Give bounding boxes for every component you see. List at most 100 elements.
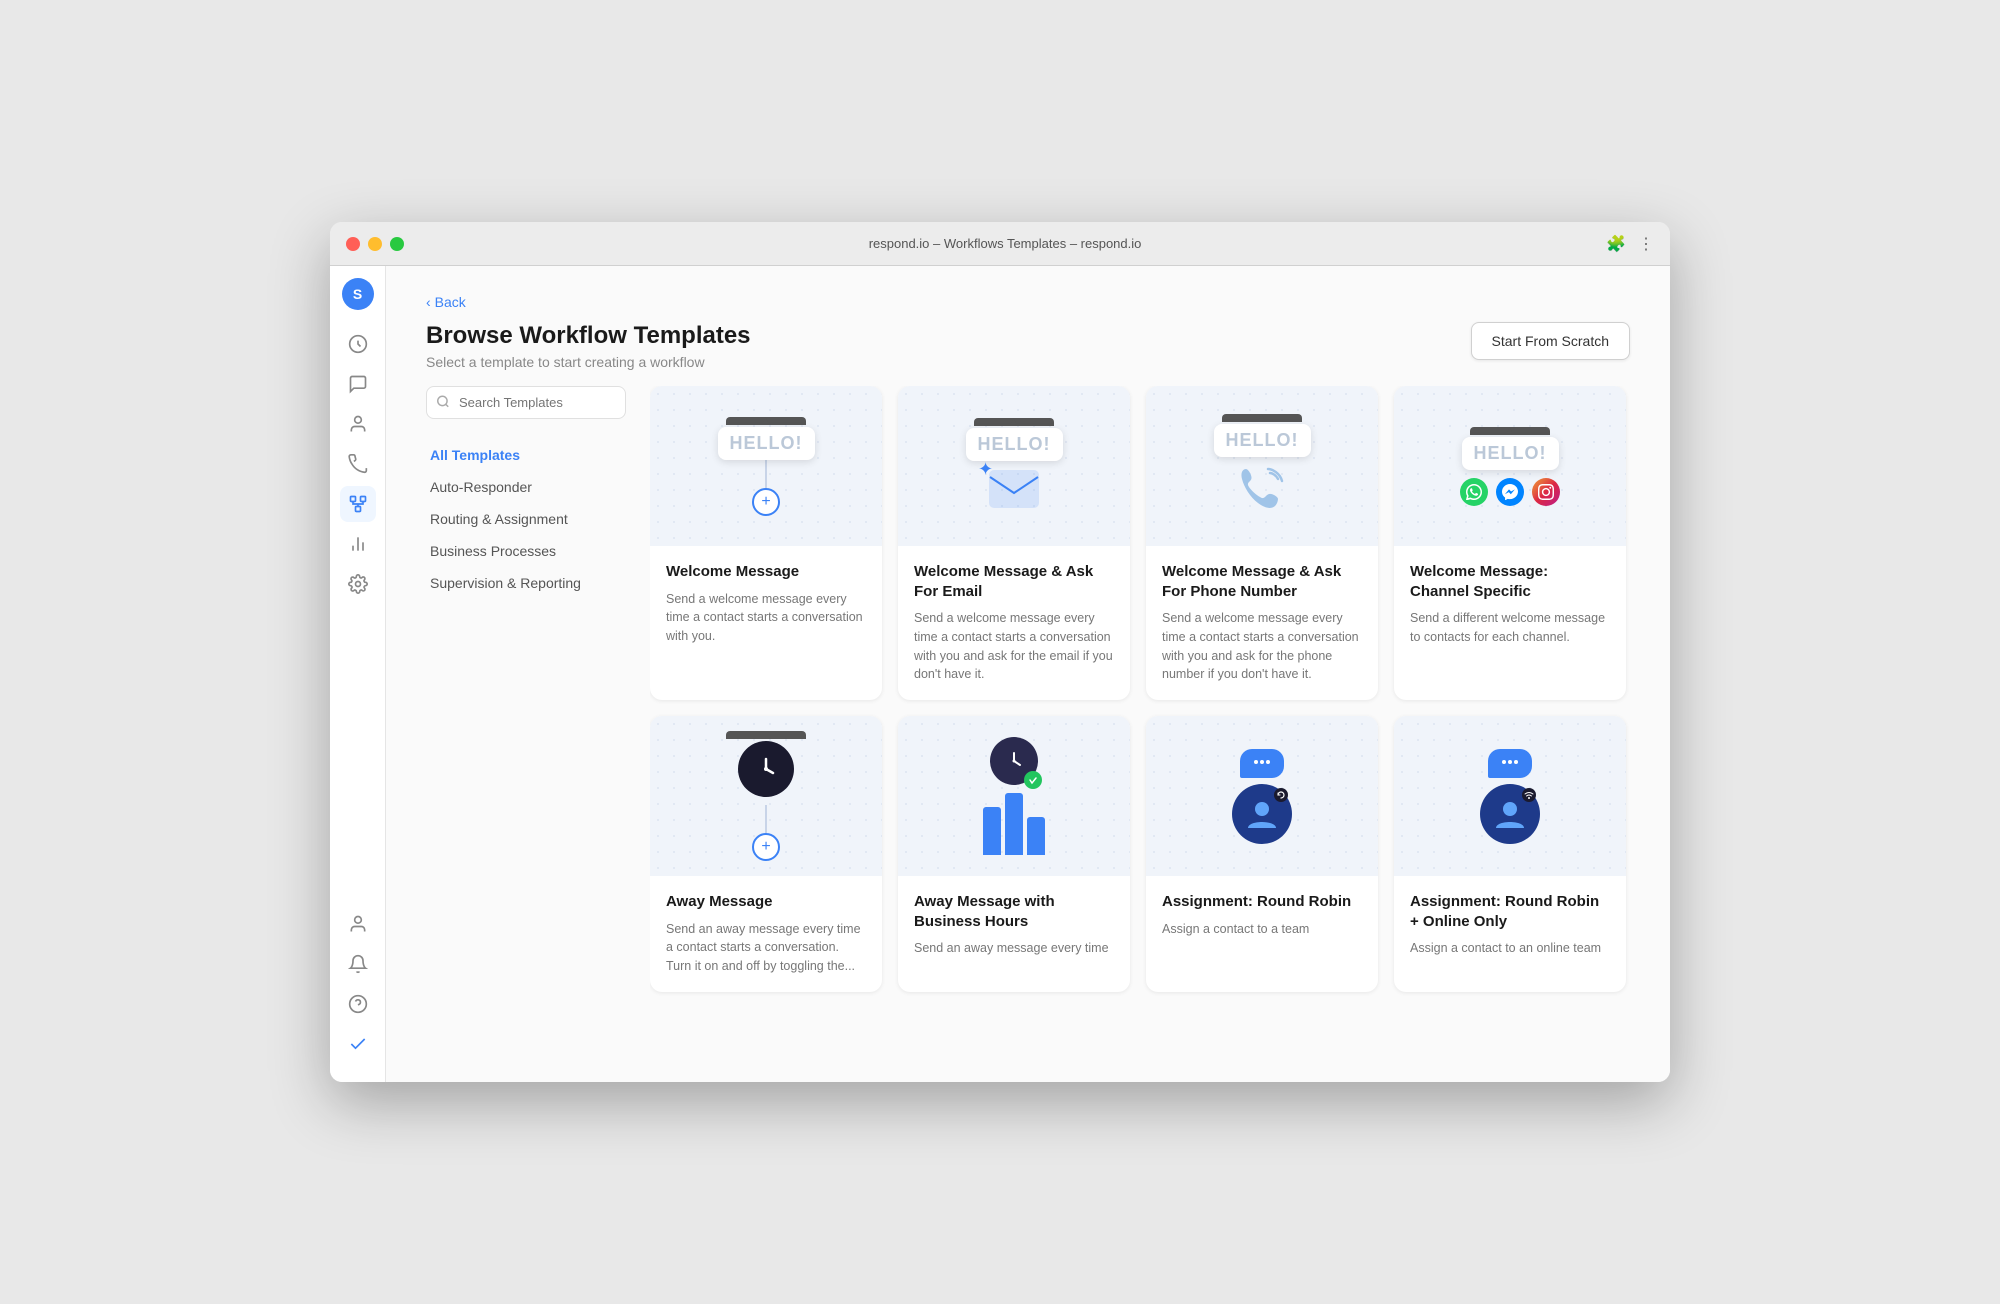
- main-panel: ‹ Back Browse Workflow Templates Select …: [386, 266, 1670, 1082]
- template-card-away[interactable]: + Away Message Send an away message ever…: [650, 716, 882, 992]
- card-image-welcome: HELLO! +: [650, 386, 882, 546]
- clock-svg-2: [1000, 747, 1028, 775]
- check-badge: [1024, 771, 1042, 789]
- card-illustration-round-robin: [1232, 749, 1292, 844]
- templates-grid: HELLO! + Welcome Message Send a welcome …: [650, 386, 1626, 992]
- card-image-round-robin-online: [1394, 716, 1626, 876]
- filter-auto-responder[interactable]: Auto-Responder: [426, 471, 626, 503]
- card-title-4: Welcome Message: Channel Specific: [1410, 562, 1610, 601]
- filter-supervision-reporting[interactable]: Supervision & Reporting: [426, 567, 626, 599]
- card-title-2: Welcome Message & Ask For Email: [914, 562, 1114, 601]
- chat-bubble-2: [1488, 749, 1532, 778]
- card-body-7: Assignment: Round Robin Assign a contact…: [1146, 876, 1378, 954]
- card-title-6: Away Message with Business Hours: [914, 892, 1114, 931]
- phone-icon: [1238, 465, 1286, 513]
- sidebar-item-tasks[interactable]: [340, 1026, 376, 1062]
- window-controls: [346, 237, 404, 251]
- card-body: Welcome Message Send a welcome message e…: [650, 546, 882, 662]
- wifi-icon: [1524, 790, 1534, 800]
- header-text: Browse Workflow Templates Select a templ…: [426, 322, 751, 370]
- sidebar-item-notifications[interactable]: [340, 946, 376, 982]
- instagram-icon: [1532, 478, 1560, 506]
- check-icon: [1028, 775, 1038, 785]
- sidebar-item-broadcast[interactable]: [340, 446, 376, 482]
- card-desc-5: Send an away message every time a contac…: [666, 920, 866, 976]
- close-button[interactable]: [346, 237, 360, 251]
- template-card-welcome[interactable]: HELLO! + Welcome Message Send a welcome …: [650, 386, 882, 700]
- app-layout: S: [330, 266, 1670, 1082]
- card-title: Welcome Message: [666, 562, 866, 582]
- menu-icon: ⋮: [1638, 234, 1654, 254]
- start-from-scratch-button[interactable]: Start From Scratch: [1471, 322, 1630, 360]
- sidebar-item-chat[interactable]: [340, 366, 376, 402]
- card-desc-3: Send a welcome message every time a cont…: [1162, 609, 1362, 684]
- card-illustration-welcome-phone: HELLO!: [1214, 414, 1311, 518]
- clock-svg: [748, 751, 784, 787]
- card-image-welcome-phone: HELLO!: [1146, 386, 1378, 546]
- page-subtitle: Select a template to start creating a wo…: [426, 354, 751, 370]
- sidebar-item-profile[interactable]: [340, 906, 376, 942]
- card-image-away-hours: [898, 716, 1130, 876]
- agent-avatar-2: [1480, 784, 1540, 844]
- sparkle-icon: ✦: [978, 459, 993, 480]
- sync-icon: [1276, 790, 1286, 800]
- filter-sidebar: All Templates Auto-Responder Routing & A…: [426, 386, 626, 1062]
- filter-all-templates[interactable]: All Templates: [426, 439, 626, 471]
- agent-svg-2: [1492, 796, 1528, 832]
- minimize-button[interactable]: [368, 237, 382, 251]
- back-link[interactable]: ‹ Back: [426, 294, 1630, 310]
- building-1: [983, 807, 1001, 855]
- titlebar-actions: 🧩 ⋮: [1606, 234, 1654, 254]
- hello-text: HELLO!: [718, 427, 815, 460]
- template-card-welcome-phone[interactable]: HELLO!: [1146, 386, 1378, 700]
- card-desc-7: Assign a contact to a team: [1162, 920, 1362, 939]
- sidebar-item-settings[interactable]: [340, 566, 376, 602]
- card-image-welcome-email: HELLO! ✦: [898, 386, 1130, 546]
- connector: [765, 460, 767, 488]
- sidebar-item-dashboard[interactable]: [340, 326, 376, 362]
- search-wrapper: [426, 386, 626, 419]
- whatsapp-icon: [1460, 478, 1488, 506]
- template-card-round-robin[interactable]: Assignment: Round Robin Assign a contact…: [1146, 716, 1378, 992]
- card-desc-4: Send a different welcome message to cont…: [1410, 609, 1610, 647]
- card-image-welcome-channel: HELLO!: [1394, 386, 1626, 546]
- filter-routing-assignment[interactable]: Routing & Assignment: [426, 503, 626, 535]
- building-group: [983, 793, 1045, 855]
- card-body-3: Welcome Message & Ask For Phone Number S…: [1146, 546, 1378, 700]
- card-image-away: +: [650, 716, 882, 876]
- card-desc-6: Send an away message every time: [914, 939, 1114, 958]
- content-area: All Templates Auto-Responder Routing & A…: [386, 386, 1670, 1082]
- email-wrapper: ✦: [988, 469, 1040, 514]
- sidebar-item-workflows[interactable]: [340, 486, 376, 522]
- card-desc-8: Assign a contact to an online team: [1410, 939, 1610, 958]
- sidebar-item-contacts[interactable]: [340, 406, 376, 442]
- hello-text-2: HELLO!: [966, 428, 1063, 461]
- template-card-welcome-email[interactable]: HELLO! ✦: [898, 386, 1130, 700]
- card-desc: Send a welcome message every time a cont…: [666, 590, 866, 646]
- card-illustration-welcome-email: HELLO! ✦: [966, 418, 1063, 514]
- back-label: Back: [435, 294, 466, 310]
- titlebar: respond.io – Workflows Templates – respo…: [330, 222, 1670, 266]
- sidebar-item-reports[interactable]: [340, 526, 376, 562]
- search-input[interactable]: [426, 386, 626, 419]
- template-card-away-hours[interactable]: Away Message with Business Hours Send an…: [898, 716, 1130, 992]
- agent-avatar: [1232, 784, 1292, 844]
- card-illustration-away-hours: [983, 737, 1045, 855]
- card-illustration-round-robin-online: [1480, 749, 1540, 844]
- page-title: Browse Workflow Templates: [426, 322, 751, 350]
- clock-bg: [738, 741, 794, 797]
- chat-bubble: [1240, 749, 1284, 778]
- hello-text-4: HELLO!: [1462, 437, 1559, 470]
- filter-business-processes[interactable]: Business Processes: [426, 535, 626, 567]
- card-body-2: Welcome Message & Ask For Email Send a w…: [898, 546, 1130, 700]
- top-bar-5: [726, 731, 806, 739]
- sidebar-item-help[interactable]: [340, 986, 376, 1022]
- connector-5: [765, 805, 767, 833]
- window-title: respond.io – Workflows Templates – respo…: [404, 236, 1606, 251]
- wifi-indicator: [1522, 788, 1536, 802]
- template-card-round-robin-online[interactable]: Assignment: Round Robin + Online Only As…: [1394, 716, 1626, 992]
- page-header: ‹ Back Browse Workflow Templates Select …: [386, 266, 1670, 386]
- maximize-button[interactable]: [390, 237, 404, 251]
- user-avatar[interactable]: S: [342, 278, 374, 310]
- template-card-welcome-channel[interactable]: HELLO!: [1394, 386, 1626, 700]
